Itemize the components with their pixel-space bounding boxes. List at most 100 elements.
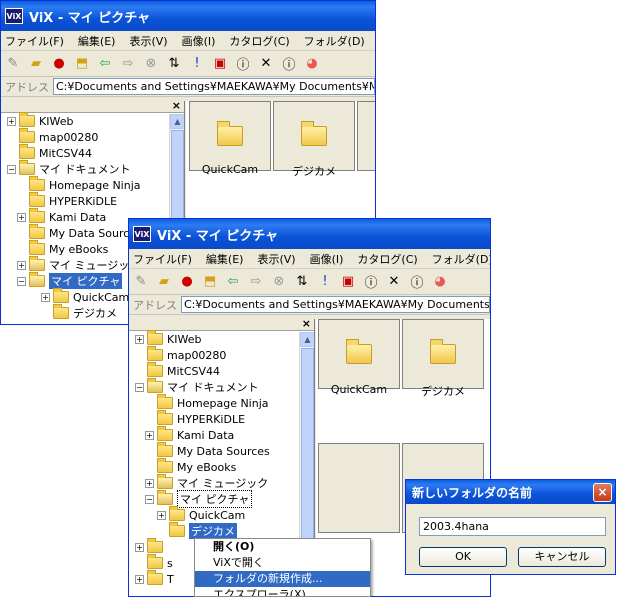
delete-icon[interactable]: ✕ [258,56,274,72]
address-label: アドレス [133,298,177,312]
expand-icon[interactable]: + [17,212,26,222]
expand-icon[interactable]: + [145,430,154,440]
thumb-quickcam[interactable] [318,319,400,389]
tree-item-homepage-ninja[interactable]: Homepage Ninja [1,176,184,193]
close-icon[interactable]: × [593,482,612,502]
sort-icon[interactable]: ⇅ [166,56,182,72]
tree-item-mitcsv[interactable]: MitCSV44 [129,362,314,379]
info-icon[interactable]: ⓘ [363,274,379,291]
expand-icon[interactable]: + [17,260,26,270]
thumb-dejikame[interactable] [402,319,484,389]
context-menu-explorer[interactable]: エクスプローラ(X) [195,587,370,596]
address-field[interactable]: C:¥Documents and Settings¥MAEKAWA¥My Doc… [53,78,375,95]
alert-icon[interactable]: ! [317,274,333,290]
back-arrow-icon[interactable]: ⇦ [225,274,241,290]
menu-image[interactable]: 画像(I) [310,251,344,267]
expand-icon[interactable]: + [135,542,144,552]
context-menu-open[interactable]: 開く(O) [195,539,370,555]
folder-icon [157,426,173,441]
properties-icon[interactable]: ⓘ [409,274,425,291]
record-icon[interactable]: ● [179,274,195,290]
tree-item-map[interactable]: map00280 [129,346,314,363]
context-menu-open-in-vix[interactable]: ViXで開く [195,555,370,571]
up-folder-icon[interactable]: ⬒ [202,274,218,290]
back-window-titlebar[interactable]: ViX ViX - マイ ピクチャ [1,1,375,31]
tree-item-kiweb[interactable]: + KIWeb [129,330,314,347]
scroll-up-icon[interactable]: ▲ [300,332,314,347]
slideshow-icon[interactable]: ▣ [212,56,228,72]
menu-folder[interactable]: フォルダ(D) [304,33,365,49]
menu-file[interactable]: ファイル(F) [133,251,192,267]
edit-icon[interactable]: ✎ [133,274,149,290]
collapse-icon[interactable]: − [17,276,26,286]
menu-image[interactable]: 画像(I) [182,33,216,49]
edit-icon[interactable]: ✎ [5,56,21,72]
sort-icon[interactable]: ⇅ [294,274,310,290]
expand-icon[interactable]: + [41,292,50,302]
scroll-thumb[interactable] [171,130,184,225]
thumb-quickcam[interactable] [189,101,271,171]
slideshow-icon[interactable]: ▣ [340,274,356,290]
color-wheel-icon[interactable]: ◕ [432,274,448,290]
alert-icon[interactable]: ! [189,56,205,72]
tree-item-kami-data[interactable]: + Kami Data [129,426,314,443]
toolbar: ✎ ▰ ● ⬒ ⇦ ⇨ ⊗ ⇅ ! ▣ ⓘ ✕ ⓘ ◕ [129,269,490,295]
properties-icon[interactable]: ⓘ [281,56,297,73]
menu-view[interactable]: 表示(V) [257,251,295,267]
scroll-thumb[interactable] [301,348,314,548]
stop-icon[interactable]: ⊗ [271,274,287,290]
expand-icon[interactable]: + [7,116,16,126]
scroll-up-icon[interactable]: ▲ [170,114,184,129]
tree-close-icon[interactable]: × [172,101,181,112]
tree-item-mydocs[interactable]: − マイ ドキュメント [129,378,314,395]
address-field[interactable]: C:¥Documents and Settings¥MAEKAWA¥My Doc… [181,296,490,313]
tree-item-my-pictures[interactable]: − マイ ピクチャ [129,490,314,508]
forward-arrow-icon[interactable]: ⇨ [248,274,264,290]
thumb-dejikame[interactable] [273,101,355,171]
tree-item-mydocs[interactable]: − マイ ドキュメント [1,160,184,177]
delete-icon[interactable]: ✕ [386,274,402,290]
tree-item-my-ebooks[interactable]: My eBooks [129,458,314,475]
collapse-icon[interactable]: − [145,494,154,504]
tree-item-homepage-ninja[interactable]: Homepage Ninja [129,394,314,411]
tree-item-dejikame[interactable]: デジカメ [129,522,314,539]
forward-arrow-icon[interactable]: ⇨ [120,56,136,72]
color-wheel-icon[interactable]: ◕ [304,56,320,72]
menu-catalog[interactable]: カタログ(C) [357,251,417,267]
front-window-titlebar[interactable]: ViX ViX - マイ ピクチャ [129,219,490,249]
context-menu-new-folder[interactable]: フォルダの新規作成... [195,571,370,587]
collapse-icon[interactable]: − [135,382,144,392]
tree-item-quickcam[interactable]: + QuickCam [129,506,314,523]
cancel-button[interactable]: キャンセル [518,547,606,567]
expand-icon[interactable]: + [157,510,166,520]
menu-file[interactable]: ファイル(F) [5,33,64,49]
tree-item-map[interactable]: map00280 [1,128,184,145]
expand-icon[interactable]: + [135,574,144,584]
tree-item-my-data-sources[interactable]: My Data Sources [129,442,314,459]
folder-name-input[interactable]: 2003.4hana [419,517,606,536]
menu-folder[interactable]: フォルダ(D) [432,251,490,267]
dialog-titlebar[interactable]: 新しいフォルダの名前 × [406,480,615,504]
back-arrow-icon[interactable]: ⇦ [97,56,113,72]
tree-item-mitcsv[interactable]: MitCSV44 [1,144,184,161]
collapse-icon[interactable]: − [7,164,16,174]
info-icon[interactable]: ⓘ [235,56,251,73]
record-icon[interactable]: ● [51,56,67,72]
tree-item-hyperkidle[interactable]: HYPERKiDLE [129,410,314,427]
menu-edit[interactable]: 編集(E) [206,251,244,267]
tree-item-kiweb[interactable]: + KIWeb [1,112,184,129]
expand-icon[interactable]: + [135,334,144,344]
new-folder-icon[interactable]: ▰ [156,274,172,290]
up-folder-icon[interactable]: ⬒ [74,56,90,72]
stop-icon[interactable]: ⊗ [143,56,159,72]
new-folder-icon[interactable]: ▰ [28,56,44,72]
tree-close-icon[interactable]: × [302,319,311,330]
ok-button[interactable]: OK [419,547,507,567]
tree-item-hyperkidle[interactable]: HYPERKiDLE [1,192,184,209]
menu-edit[interactable]: 編集(E) [78,33,116,49]
music-folder-icon [29,256,45,271]
tree-item-my-music[interactable]: + マイ ミュージック [129,474,314,491]
menu-view[interactable]: 表示(V) [129,33,167,49]
expand-icon[interactable]: + [145,478,154,488]
menu-catalog[interactable]: カタログ(C) [229,33,289,49]
